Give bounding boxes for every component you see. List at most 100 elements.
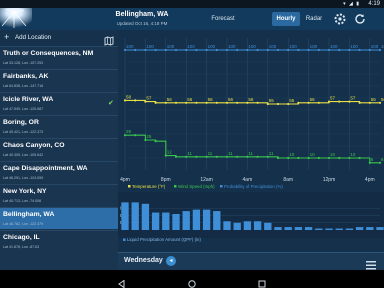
data-label: 100 xyxy=(187,44,195,49)
status-bar: ▾ ◢ ▮ 4:19 xyxy=(0,0,384,8)
location-item[interactable]: Chicago, IL Lat 41.878, Lon -87.63 xyxy=(0,230,118,252)
menu-icon[interactable] xyxy=(366,257,376,270)
data-point xyxy=(276,156,280,160)
x-tick-label: 8am xyxy=(283,177,293,183)
location-item[interactable]: Fairbanks, AK Lat 64.838, Lon -147.716 xyxy=(0,69,118,91)
legend-swatch xyxy=(174,185,177,188)
data-point xyxy=(358,101,361,104)
legend-item: Temperature (°F) xyxy=(132,184,166,189)
data-point xyxy=(368,101,371,104)
data-label: 10 xyxy=(330,152,336,157)
precip-bar xyxy=(345,228,354,230)
data-label: 100 xyxy=(248,44,256,49)
precip-bar xyxy=(162,212,170,230)
precip-bar xyxy=(182,211,190,230)
tab-hourly[interactable]: Hourly xyxy=(272,12,300,26)
data-point xyxy=(123,48,127,52)
location-coords: Lat 47.549, Lon -120.687 xyxy=(3,107,44,111)
location-name: Fairbanks, AK xyxy=(3,73,49,80)
back-icon[interactable] xyxy=(118,275,126,288)
day-bar: Wednesday ◂ xyxy=(118,252,384,270)
tab-radar[interactable]: Radar xyxy=(302,12,326,26)
data-point xyxy=(246,101,249,104)
home-icon[interactable] xyxy=(188,275,196,288)
data-point xyxy=(144,48,147,52)
app-bar: Bellingham, WA Updated Oct 16, 4:18 PM F… xyxy=(0,8,384,30)
precip-bar xyxy=(294,227,303,230)
data-point xyxy=(276,48,280,52)
data-point xyxy=(297,48,300,52)
x-tick-label: 4pm xyxy=(120,177,130,183)
plus-icon: + xyxy=(4,32,10,42)
data-point xyxy=(348,48,351,52)
data-label: 10 xyxy=(350,152,356,157)
location-name: Bellingham, WA xyxy=(3,211,55,218)
data-point xyxy=(358,156,361,160)
legend-swatch xyxy=(128,185,131,188)
data-label: 11 xyxy=(269,151,274,156)
status-icons: ▾ ◢ ▮ xyxy=(343,1,360,7)
data-point xyxy=(205,101,208,104)
refresh-icon[interactable] xyxy=(353,12,367,26)
data-label: 11 xyxy=(208,151,213,156)
data-label: 100 xyxy=(146,44,154,49)
data-point xyxy=(164,48,167,52)
day-scroll-handle[interactable]: ◂ xyxy=(166,256,176,266)
hourly-chart: 5857565656565655555657575656292512111111… xyxy=(118,30,384,242)
location-coords: Lat 45.421, Lon -122.373 xyxy=(3,130,44,134)
settings-gear-icon[interactable] xyxy=(333,12,347,26)
precip-bar xyxy=(335,228,343,230)
data-label: 100 xyxy=(269,44,277,49)
data-label: 11 xyxy=(228,151,233,156)
data-label: 29 xyxy=(126,129,132,134)
precip-bar xyxy=(304,227,313,230)
data-point xyxy=(134,134,137,137)
precip-bar xyxy=(202,209,211,230)
data-point xyxy=(164,101,167,104)
location-item-selected[interactable]: Bellingham, WA Lat 48.782, Lon -122.479 xyxy=(0,207,118,229)
location-item[interactable]: New York, NY Lat 40.713, Lon -74.006 xyxy=(0,184,118,206)
data-label: 56 xyxy=(187,97,193,102)
data-point xyxy=(307,156,310,160)
data-point xyxy=(348,156,351,160)
data-label: 56 xyxy=(248,97,254,102)
data-label: 100 xyxy=(310,44,318,49)
data-point xyxy=(266,48,269,52)
data-label: 100 xyxy=(228,44,236,49)
location-coords: Lat 40.309, Lon -105.642 xyxy=(3,153,44,157)
day-label: Wednesday xyxy=(124,257,163,264)
precip-bar xyxy=(274,227,282,230)
data-label: 57 xyxy=(330,96,336,101)
data-point xyxy=(256,155,259,158)
data-point xyxy=(338,156,341,160)
precip-bar xyxy=(315,228,323,230)
recents-icon[interactable] xyxy=(258,275,266,288)
data-point xyxy=(144,100,147,103)
data-point xyxy=(236,155,239,158)
location-coords: Lat 33.128, Lon -107.253 xyxy=(3,61,44,65)
hourly-chart-area[interactable]: 5857565656565655555657575656292512111111… xyxy=(118,30,384,252)
location-name: Icicle River, WA xyxy=(3,96,54,103)
add-location-button[interactable]: + Add Location xyxy=(0,30,118,46)
data-point xyxy=(378,161,382,164)
precip-bar xyxy=(366,227,374,230)
data-point xyxy=(215,155,218,158)
precip-bar xyxy=(253,221,262,230)
data-point xyxy=(225,155,229,158)
legend-swatch xyxy=(220,185,223,188)
location-item[interactable]: Truth or Consequences, NM Lat 33.128, Lon… xyxy=(0,46,118,68)
data-point xyxy=(185,155,188,158)
data-point xyxy=(287,102,290,106)
location-item[interactable]: Boring, OR Lat 45.421, Lon -122.373 xyxy=(0,115,118,137)
location-item[interactable]: Icicle River, WA Lat 47.549, Lon -120.687… xyxy=(0,92,118,114)
data-point xyxy=(348,100,351,103)
location-item[interactable]: Chaos Canyon, CO Lat 40.309, Lon -105.642 xyxy=(0,138,118,160)
data-label: 56 xyxy=(208,97,214,102)
tab-forecast[interactable]: Forecast xyxy=(206,12,240,26)
map-icon[interactable] xyxy=(104,33,114,46)
data-point xyxy=(378,48,382,52)
precip-bar xyxy=(243,221,252,230)
data-label: 12 xyxy=(167,150,173,155)
location-item[interactable]: Cape Disappointment, WA Lat 46.291, Lon -… xyxy=(0,161,118,183)
add-location-label: Add Location xyxy=(15,34,52,41)
